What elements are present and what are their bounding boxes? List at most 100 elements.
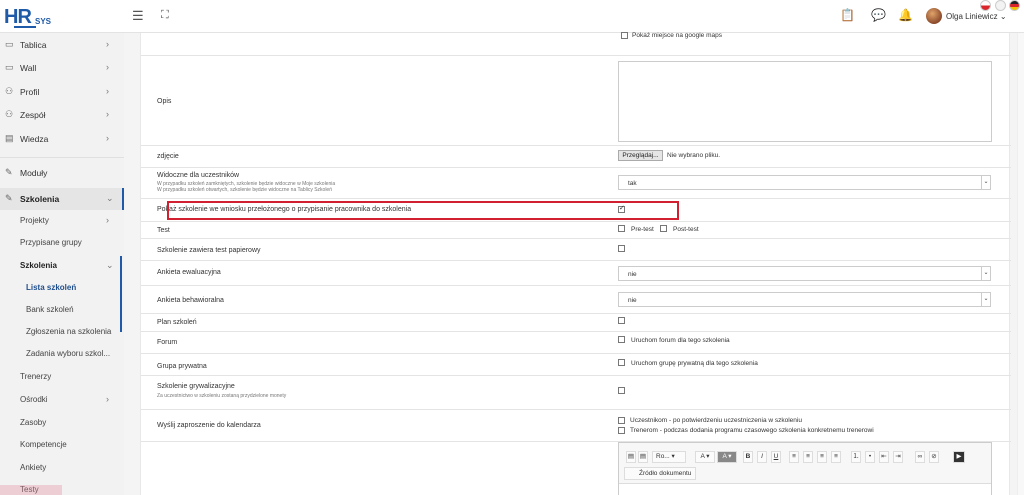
row-plan-szkolen: Plan szkoleń [141,314,1011,332]
papierowy-checkbox[interactable] [618,245,625,252]
clipboard-icon[interactable]: 📋 [840,9,855,22]
sidebar-sub-szkolenia[interactable]: Szkolenia ⌄ [0,255,124,277]
sidebar-item-moduly[interactable]: ✎ Moduły [0,162,124,184]
sidebar-item-label: Trenerzy [20,372,52,381]
pretest-checkbox[interactable] [618,225,625,232]
logo-sub: SYS [35,17,52,26]
widoczne-help-open: W przypadku szkoleń otwartych, szkolenie… [157,187,332,193]
sidebar-sub-lista-szkolen[interactable]: Lista szkoleń [0,277,124,299]
flag-pl-icon[interactable] [980,0,991,11]
sidebar-item-zespol[interactable]: ⚇ Zespół › [0,104,124,126]
chevron-down-icon: ⌄ [106,260,114,270]
kalendarz-uczestnicy-label: Uczestnikom - po potwierdzeniu uczestnic… [630,417,802,424]
sidebar-item-label: Moduły [20,168,48,178]
sidebar-sub-kompetencje[interactable]: Kompetencje [0,434,124,456]
sidebar-item-label: Bank szkoleń [26,305,74,314]
align-center-icon[interactable]: ≡ [803,451,813,463]
ankieta-behawioralna-select[interactable]: nie ⌄ [618,292,991,307]
flag-uk-icon[interactable] [995,0,1006,11]
italic-button[interactable]: I [757,451,767,463]
pretest-label: Pre-test [631,226,654,233]
row-forum: Forum Uruchom forum dla tego szkolenia [141,332,1011,354]
numbered-list-icon[interactable]: ⒈ [851,451,861,463]
paste-text-icon[interactable]: ▤ [638,451,648,463]
book-icon: ▤ [5,133,14,143]
sidebar-item-wall[interactable]: ▭ Wall › [0,57,124,79]
user-menu[interactable]: Olga Liniewicz ⌄ [946,12,1007,21]
sidebar-sub-zgloszenia[interactable]: Zgłoszenia na szkolenia [0,321,124,343]
avatar[interactable] [926,8,942,24]
sidebar-sub-trenerzy[interactable]: Trenerzy [0,366,124,388]
kalendarz-uczestnicy-checkbox[interactable] [618,417,625,424]
menu-icon[interactable]: ☰ [132,9,144,22]
grupa-prywatna-label: Grupa prywatna [157,363,207,370]
paste-icon[interactable]: ▤ [626,451,636,463]
align-left-icon[interactable]: ≡ [789,451,799,463]
video-icon[interactable]: ▶ [953,451,965,463]
sidebar-sub-przypisane-grupy[interactable]: Przypisane grupy [0,232,124,254]
indent-icon[interactable]: ⇥ [893,451,903,463]
page-scrollbar[interactable] [1017,33,1024,495]
chat-icon[interactable]: 💬 [871,9,886,22]
sidebar-item-label: Ośrodki [20,395,48,404]
opis-label: Opis [157,98,172,105]
sidebar-sub-zasoby[interactable]: Zasoby [0,412,124,434]
unlink-icon[interactable]: ⊘ [929,451,939,463]
align-justify-icon[interactable]: ≡ [831,451,841,463]
hrsys-logo[interactable]: HR SYS [4,6,64,30]
user-icon: ⚇ [5,86,14,96]
grupa-prywatna-option-label: Uruchom grupę prywatną dla tego szkoleni… [631,360,758,367]
grywalizacyjne-checkbox[interactable] [618,387,625,394]
main-content: Pokaż miejsce na google maps Opis zdjęci… [124,32,1024,495]
bold-button[interactable]: B [743,451,753,463]
row-papierowy: Szkolenie zawiera test papierowy [141,239,1011,261]
sidebar-sub-ankiety[interactable]: Ankiety [0,457,124,479]
source-button[interactable]: Źródło dokumentu [624,467,696,480]
google-maps-label: Pokaż miejsce na google maps [632,32,722,39]
training-form: Pokaż miejsce na google maps Opis zdjęci… [140,32,1011,495]
sidebar: ▭ Tablica › ▭ Wall › ⚇ Profil › ⚇ Zespół… [0,33,124,495]
posttest-checkbox[interactable] [660,225,667,232]
kalendarz-trenerzy-checkbox[interactable] [618,427,625,434]
sidebar-item-tablica[interactable]: ▭ Tablica › [0,34,124,56]
sidebar-item-profil[interactable]: ⚇ Profil › [0,81,124,103]
sidebar-item-label: Kompetencje [20,440,67,449]
chevron-down-icon: ⌄ [106,193,114,203]
team-icon: ⚇ [5,109,14,119]
kalendarz-label: Wyślij zaproszenie do kalendarza [157,422,261,429]
grupa-prywatna-checkbox[interactable] [618,359,625,366]
ankieta-ewaluacyjna-value: nie [628,271,637,278]
google-maps-checkbox[interactable] [621,32,628,39]
sidebar-sub-projekty[interactable]: Projekty › [0,210,124,232]
sidebar-item-label: Tablica [20,40,47,50]
forum-checkbox[interactable] [618,336,625,343]
sidebar-item-wiedza[interactable]: ▤ Wiedza › [0,128,124,150]
ankieta-ewaluacyjna-select[interactable]: nie ⌄ [618,266,991,281]
widoczne-select[interactable]: tak ⌄ [618,175,991,190]
link-icon[interactable]: ∞ [915,451,925,463]
sidebar-sub-bank-szkolen[interactable]: Bank szkoleń [0,299,124,321]
wrench-icon: ✎ [5,193,13,203]
file-browse-button[interactable]: Przeglądaj... [618,150,663,161]
sidebar-item-label: Ankiety [20,463,47,472]
fullscreen-icon[interactable]: ⛶ [161,9,169,22]
bullet-list-icon[interactable]: • [865,451,875,463]
sidebar-sub-osrodki[interactable]: Ośrodki › [0,389,124,411]
opis-textarea[interactable] [618,61,992,142]
bell-icon[interactable]: 🔔 [898,9,913,22]
sidebar-item-szkolenia[interactable]: ✎ Szkolenia ⌄ [0,188,124,210]
zdjecie-label: zdjęcie [157,153,179,160]
plan-szkolen-checkbox[interactable] [618,317,625,324]
underline-button[interactable]: U [771,451,781,463]
row-google-maps: Pokaż miejsce na google maps [141,32,1011,56]
highlight-box [167,201,679,220]
font-select[interactable]: Ro... ▾ [652,451,686,463]
align-right-icon[interactable]: ≡ [817,451,827,463]
editor-body[interactable] [619,483,991,495]
flag-de-icon[interactable] [1009,0,1020,11]
sidebar-sub-zadania[interactable]: Zadania wyboru szkol... [0,343,124,365]
bg-color-button[interactable]: A ▾ [717,451,737,463]
sidebar-overlay-fade [0,485,62,495]
outdent-icon[interactable]: ⇤ [879,451,889,463]
font-color-button[interactable]: A ▾ [695,451,715,463]
